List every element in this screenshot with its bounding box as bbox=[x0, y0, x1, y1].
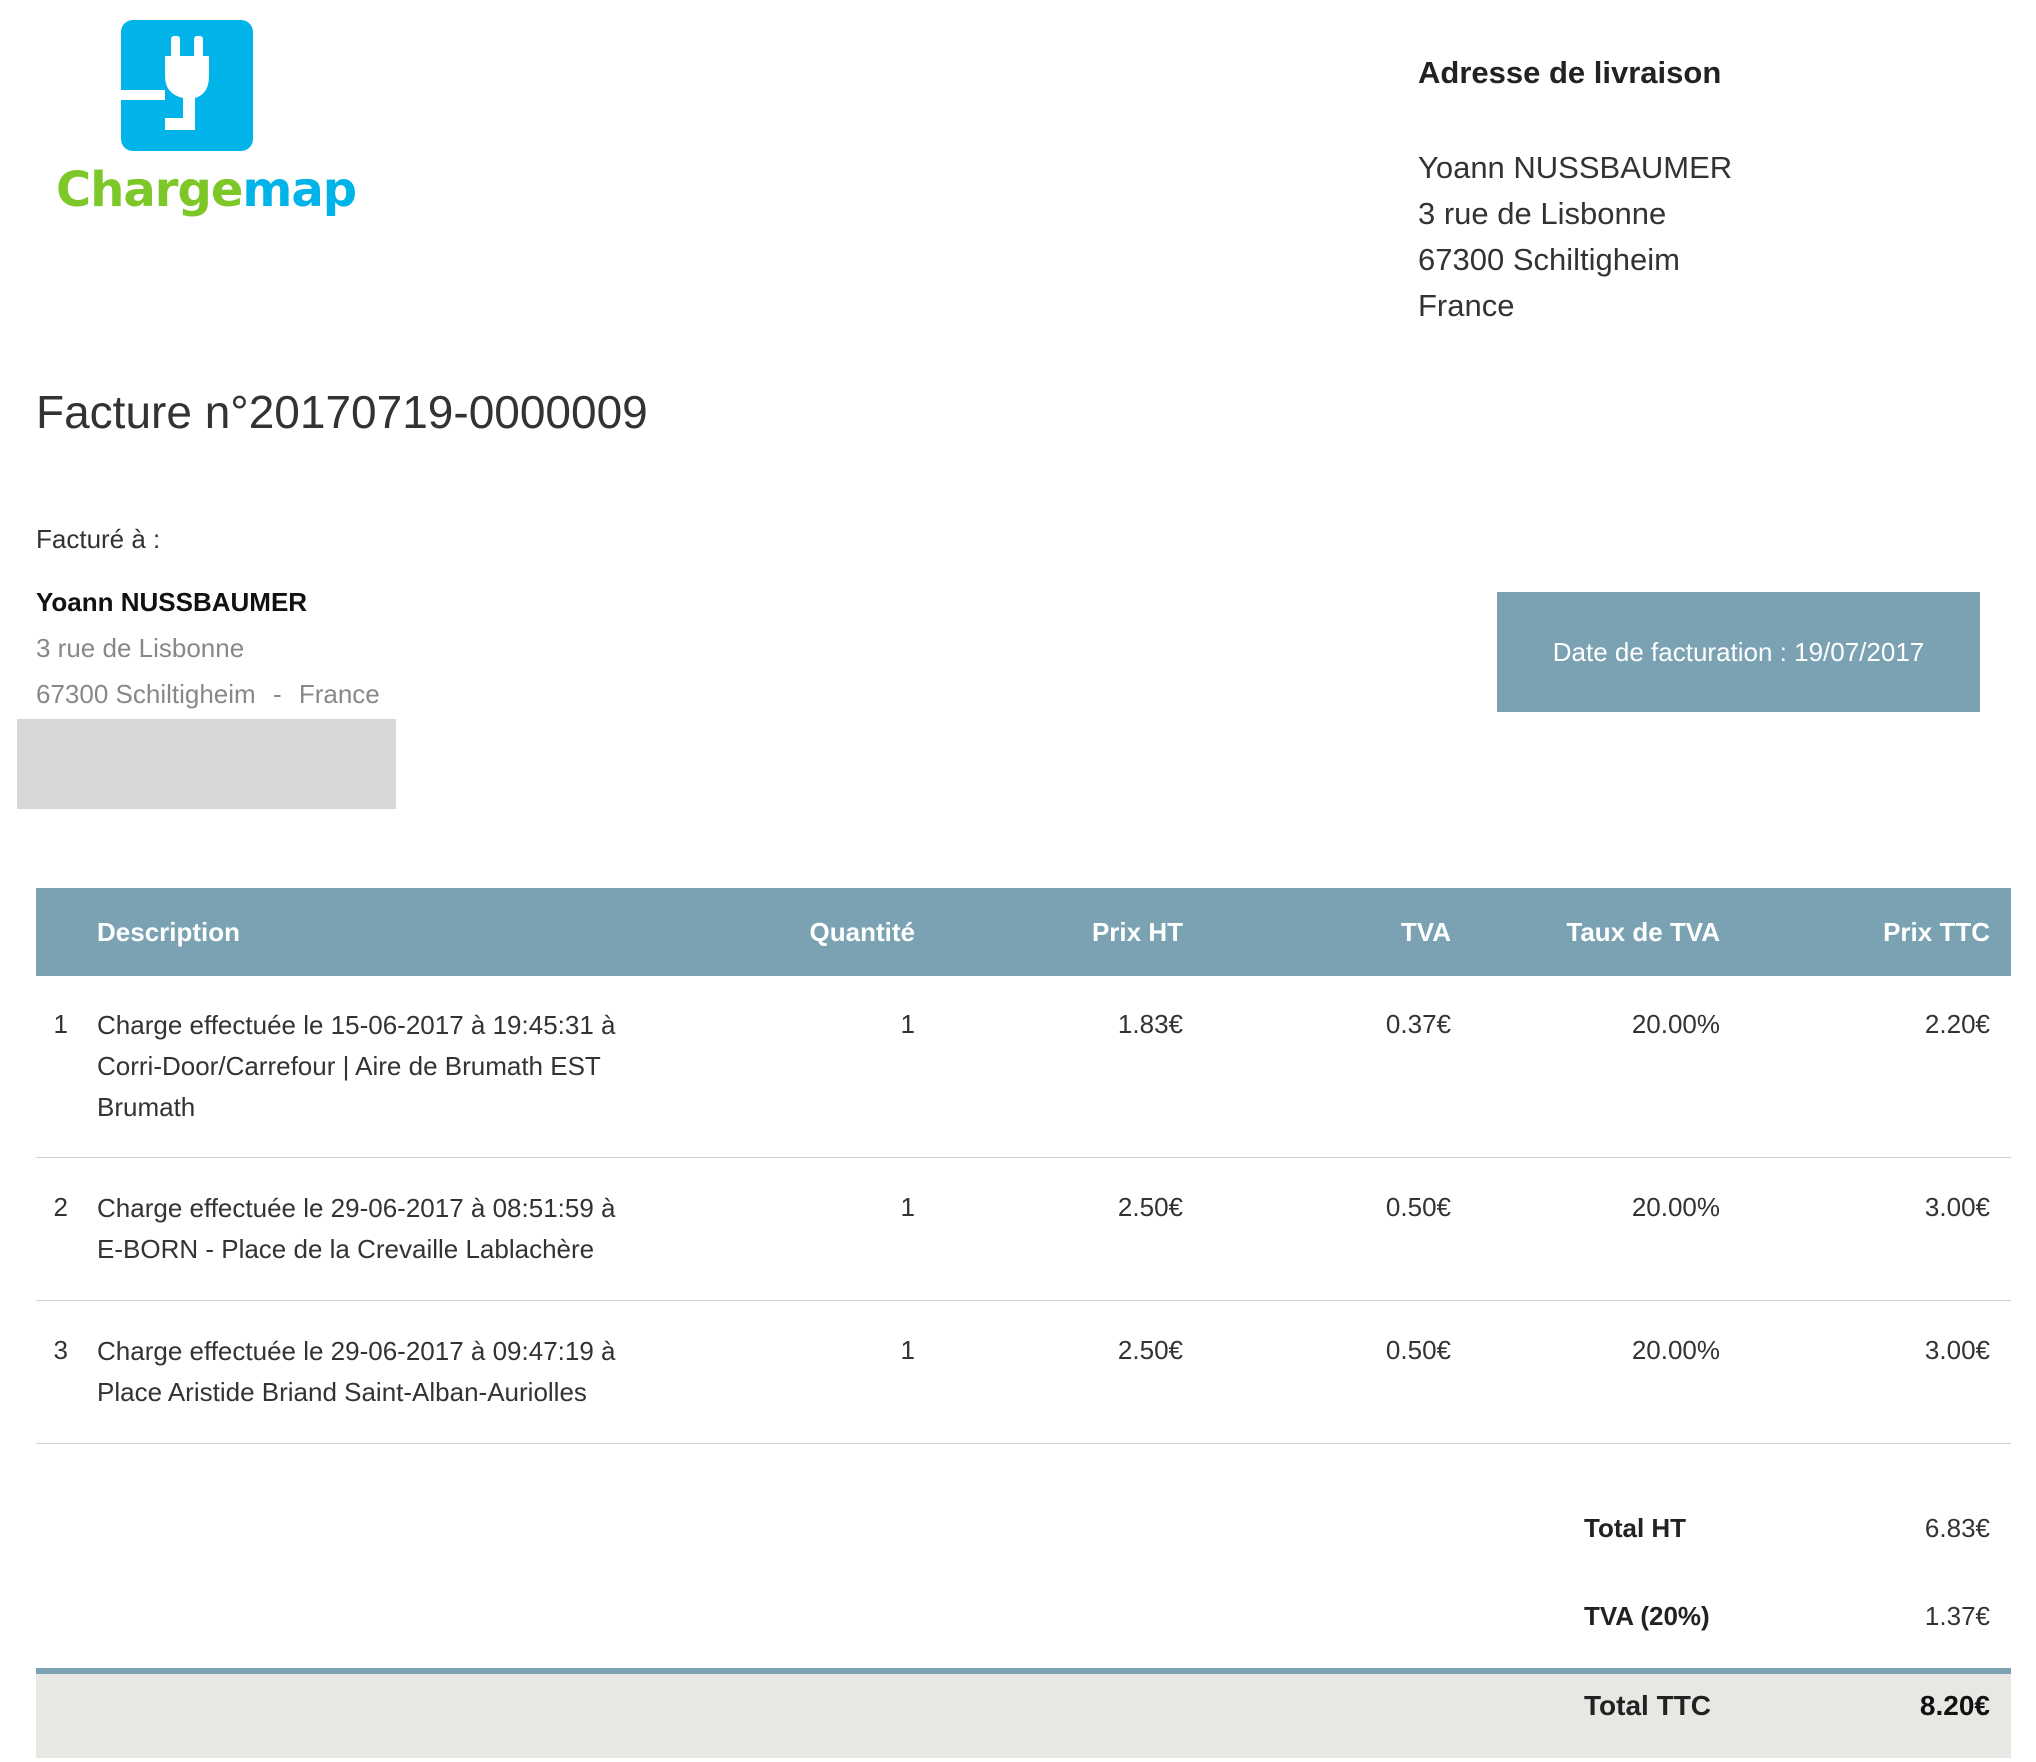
row-quantity: 1 bbox=[900, 1009, 915, 1039]
col-header-description: Description bbox=[97, 917, 241, 947]
row-tva-rate: 20.00% bbox=[1631, 1192, 1720, 1222]
row-description-line: Charge effectuée le 15-06-2017 à 19:45:3… bbox=[97, 1010, 616, 1040]
shipping-street: 3 rue de Lisbonne bbox=[1418, 196, 1667, 231]
row-number: 2 bbox=[53, 1192, 68, 1222]
row-price-ht: 1.83€ bbox=[1117, 1009, 1183, 1039]
row-number: 3 bbox=[53, 1335, 68, 1365]
row-tva: 0.50€ bbox=[1385, 1335, 1451, 1365]
row-number: 1 bbox=[53, 1009, 68, 1039]
col-header-tva: TVA bbox=[1400, 917, 1451, 947]
shipping-name: Yoann NUSSBAUMER bbox=[1418, 150, 1733, 185]
total-ht-value: 6.83€ bbox=[1924, 1513, 1990, 1543]
row-description-line: Charge effectuée le 29-06-2017 à 08:51:5… bbox=[97, 1193, 616, 1223]
total-ht-label: Total HT bbox=[1584, 1513, 1687, 1543]
col-header-price-ttc: Prix TTC bbox=[1883, 917, 1990, 947]
row-description-line: Brumath bbox=[97, 1092, 196, 1122]
col-header-price-ht: Prix HT bbox=[1091, 917, 1183, 947]
billed-to-city: 67300 Schiltigheim bbox=[36, 679, 256, 709]
billed-to-name: Yoann NUSSBAUMER bbox=[36, 587, 308, 617]
brand-name-part1: Charge bbox=[56, 162, 243, 218]
row-price-ttc: 3.00€ bbox=[1924, 1335, 1990, 1365]
col-header-tva-rate: Taux de TVA bbox=[1566, 917, 1720, 947]
row-description-line: Charge effectuée le 29-06-2017 à 09:47:1… bbox=[97, 1336, 616, 1366]
row-divider bbox=[36, 1157, 2011, 1158]
row-tva: 0.37€ bbox=[1385, 1009, 1451, 1039]
row-divider bbox=[36, 1300, 2011, 1301]
total-ttc-band bbox=[36, 1668, 2011, 1758]
billed-to-separator: - bbox=[272, 679, 282, 709]
billed-to-label: Facturé à : bbox=[36, 524, 161, 554]
shipping-city: 67300 Schiltigheim bbox=[1418, 242, 1680, 277]
shipping-heading: Adresse de livraison bbox=[1418, 55, 1722, 90]
total-ttc-value: 8.20€ bbox=[1919, 1690, 1990, 1721]
row-price-ttc: 2.20€ bbox=[1924, 1009, 1990, 1039]
redacted-block bbox=[17, 719, 396, 809]
brand-logo-text: Chargemap bbox=[56, 160, 357, 220]
row-quantity: 1 bbox=[900, 1335, 915, 1365]
row-price-ht: 2.50€ bbox=[1117, 1192, 1183, 1222]
row-description-line: Corri-Door/Carrefour | Aire de Brumath E… bbox=[97, 1051, 601, 1081]
total-tva-label: TVA (20%) bbox=[1584, 1601, 1710, 1631]
billed-to-city-line: 67300 Schiltigheim - France bbox=[36, 679, 380, 710]
plug-icon bbox=[121, 36, 209, 130]
row-description: Charge effectuée le 29-06-2017 à 08:51:5… bbox=[97, 1188, 657, 1270]
total-ttc-label: Total TTC bbox=[1584, 1690, 1712, 1721]
logo-icon bbox=[121, 20, 253, 151]
row-price-ht: 2.50€ bbox=[1117, 1335, 1183, 1365]
billed-to-street: 3 rue de Lisbonne bbox=[36, 633, 245, 663]
row-tva: 0.50€ bbox=[1385, 1192, 1451, 1222]
total-tva-value: 1.37€ bbox=[1924, 1601, 1990, 1631]
invoice-date-box: Date de facturation : 19/07/2017 bbox=[1497, 592, 1980, 712]
row-divider bbox=[36, 1443, 2011, 1444]
brand-name-part2: map bbox=[242, 162, 357, 218]
row-quantity: 1 bbox=[900, 1192, 915, 1222]
billed-to-country: France bbox=[298, 679, 380, 709]
shipping-address: Yoann NUSSBAUMER 3 rue de Lisbonne 67300… bbox=[1418, 145, 1732, 329]
row-price-ttc: 3.00€ bbox=[1924, 1192, 1990, 1222]
row-description: Charge effectuée le 29-06-2017 à 09:47:1… bbox=[97, 1331, 657, 1413]
row-description-line: E-BORN - Place de la Crevaille Lablachèr… bbox=[97, 1234, 595, 1264]
col-header-quantity: Quantité bbox=[809, 917, 915, 947]
row-description: Charge effectuée le 15-06-2017 à 19:45:3… bbox=[97, 1005, 657, 1128]
row-description-line: Place Aristide Briand Saint-Alban-Auriol… bbox=[97, 1377, 587, 1407]
shipping-country: France bbox=[1418, 288, 1515, 323]
row-tva-rate: 20.00% bbox=[1631, 1009, 1720, 1039]
invoice-title: Facture n°20170719-0000009 bbox=[36, 386, 648, 438]
row-tva-rate: 20.00% bbox=[1631, 1335, 1720, 1365]
